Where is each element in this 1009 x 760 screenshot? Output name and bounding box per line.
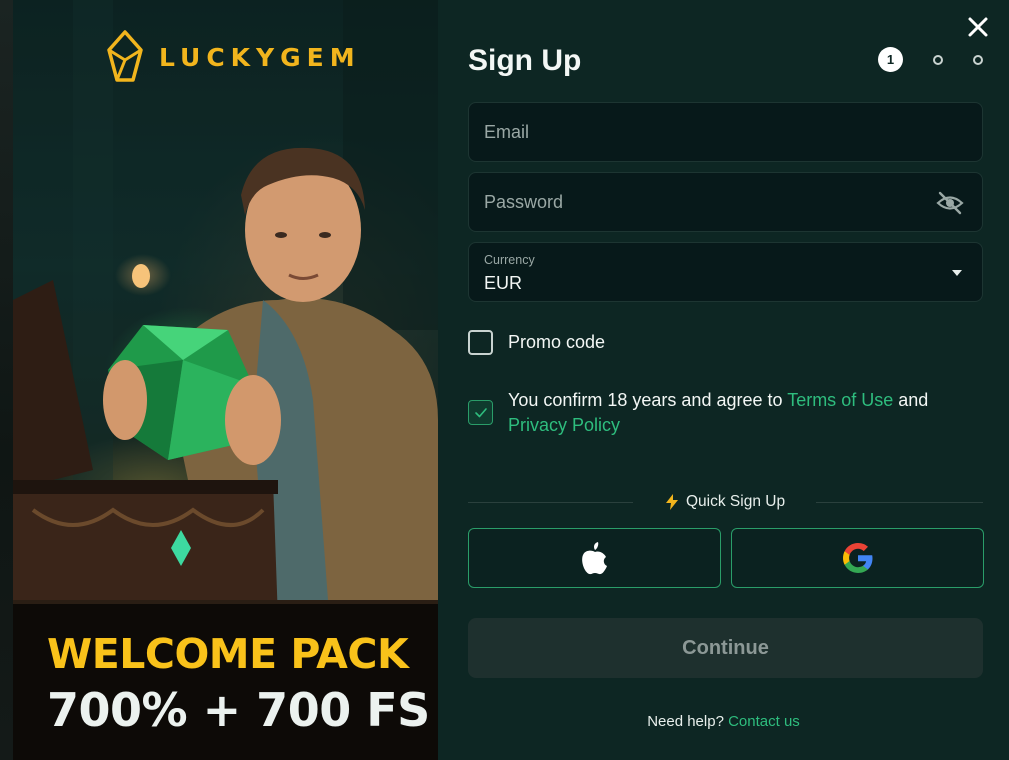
step-1-active: 1 [878,47,903,72]
help-text: Need help? [647,713,724,730]
help-footer: Need help? Contact us [438,713,1009,730]
logo-text: LUCKYGEM [159,42,361,72]
close-button[interactable] [965,14,991,40]
quick-signup-text: Quick Sign Up [686,493,786,510]
promo-banner: LUCKYGEM WELCOME PACK 700% + 700 FS [13,0,438,760]
terms-middle: and [893,390,929,410]
email-field-container [468,102,983,162]
divider-right [816,502,983,503]
brand-logo: LUCKYGEM [105,30,361,84]
eye-slash-icon[interactable] [936,191,964,215]
promo-code-checkbox[interactable] [468,330,493,355]
caret-down-icon [952,270,962,276]
privacy-policy-link[interactable]: Privacy Policy [508,415,620,435]
apple-icon [581,542,607,575]
currency-select[interactable]: Currency EUR [468,242,983,302]
password-field-container [468,172,983,232]
promo-headline: WELCOME PACK [47,630,409,678]
terms-of-use-link[interactable]: Terms of Use [787,390,893,410]
google-icon [842,543,872,573]
background-overlay [0,0,13,760]
email-field[interactable] [469,103,982,161]
step-3 [973,54,983,65]
step-2 [933,54,943,65]
promo-code-row: Promo code [468,330,605,355]
apple-signup-button[interactable] [468,528,721,588]
password-field[interactable] [469,173,982,231]
terms-checkbox[interactable] [468,400,493,425]
quick-signup-label: Quick Sign Up [665,493,785,511]
page-title: Sign Up [468,44,582,77]
gem-logo-icon [107,30,143,82]
contact-us-link[interactable]: Contact us [728,713,800,730]
close-icon [968,17,988,37]
promo-offer: 700% + 700 FS [47,683,430,737]
continue-button[interactable]: Continue [468,618,983,678]
terms-text: You confirm 18 years and agree to Terms … [508,388,978,438]
currency-value: EUR [484,273,523,293]
terms-prefix: You confirm 18 years and agree to [508,390,788,410]
promo-code-label[interactable]: Promo code [508,332,605,353]
terms-row: You confirm 18 years and agree to Terms … [468,388,978,438]
currency-label: Currency [484,253,535,267]
lightning-icon [666,494,678,510]
step-indicator: 1 [878,47,983,72]
signup-panel: Sign Up 1 Currency EUR Promo code You co… [438,0,1009,760]
google-signup-button[interactable] [731,528,984,588]
checkmark-icon [474,407,487,417]
divider-left [468,502,633,503]
